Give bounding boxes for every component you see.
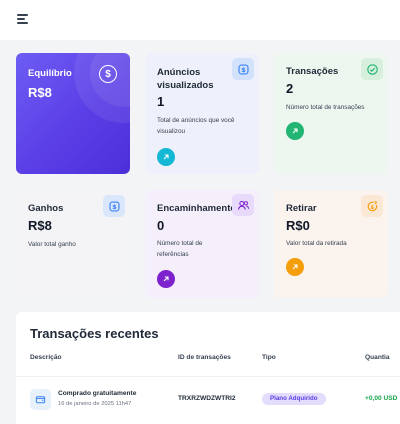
- ads-arrow-button[interactable]: [157, 148, 175, 166]
- row-date: 16 de janeiro de 2025 11h47: [58, 401, 132, 407]
- column-header-type: Tipo: [262, 354, 276, 361]
- row-type-badge: Plano Adquirido: [262, 393, 326, 405]
- svg-text:$: $: [370, 204, 374, 210]
- balance-value: R$8: [28, 85, 52, 100]
- arrow-up-right-icon: [292, 264, 298, 270]
- transactions-description: Número total de transações: [286, 104, 365, 111]
- svg-text:$: $: [241, 66, 246, 74]
- withdraw-title: Retirar: [286, 203, 317, 214]
- ads-desc-line1: Total de anúncios que você: [157, 117, 235, 124]
- referrals-desc-line1: Número total de: [157, 240, 203, 247]
- transactions-card: Transações 2 Número total de transações: [274, 53, 388, 174]
- hamburger-menu-icon[interactable]: [17, 13, 31, 25]
- transactions-arrow-button[interactable]: [286, 122, 304, 140]
- ads-title: Anúncios visualizados: [157, 66, 214, 92]
- earnings-description: Valor total ganho: [28, 241, 76, 248]
- earnings-value: R$8: [28, 218, 52, 233]
- coin-refresh-icon: $: [361, 195, 383, 217]
- transactions-value: 2: [286, 81, 294, 96]
- dollar-badge-icon: $: [103, 195, 125, 217]
- earnings-title: Ganhos: [28, 203, 64, 214]
- ads-viewed-card: Anúncios visualizados 1 Total de anúncio…: [145, 53, 259, 174]
- ads-title-line1: Anúncios: [157, 67, 201, 78]
- referrals-description: Número total de referências: [157, 238, 202, 260]
- arrow-up-right-icon: [292, 128, 298, 134]
- transactions-title: Transações: [286, 66, 339, 77]
- row-description: Comprado gratuitamente: [58, 390, 137, 397]
- referrals-value: 0: [157, 218, 165, 233]
- check-circle-icon: [361, 58, 383, 80]
- wallet-icon: [30, 389, 51, 410]
- referrals-desc-line2: referências: [157, 251, 189, 258]
- ads-value: 1: [157, 94, 165, 109]
- ads-title-line2: visualizados: [157, 80, 214, 91]
- table-divider: [16, 376, 400, 377]
- referrals-arrow-button[interactable]: [157, 270, 175, 288]
- svg-text:$: $: [112, 203, 117, 211]
- dollar-coin-icon: $: [99, 65, 117, 83]
- withdraw-value: R$0: [286, 218, 310, 233]
- referrals-title: Encaminhamento: [157, 203, 237, 214]
- withdraw-card: Retirar R$0 Valor total da retirada $: [274, 190, 388, 298]
- column-header-transaction-id: ID de transações: [178, 354, 231, 361]
- withdraw-description: Valor total da retirada: [286, 240, 347, 247]
- top-bar: [0, 0, 400, 40]
- dollar-badge-icon: $: [232, 58, 254, 80]
- arrow-up-right-icon: [163, 276, 169, 282]
- withdraw-arrow-button[interactable]: [286, 258, 304, 276]
- ads-description: Total de anúncios que você visualizou: [157, 115, 234, 137]
- arrow-up-right-icon: [163, 154, 169, 160]
- column-header-amount: Quantia: [365, 354, 390, 361]
- row-amount: +0,00 USD: [365, 395, 398, 402]
- recent-transactions-title: Transações recentes: [30, 326, 159, 341]
- column-header-description: Descrição: [30, 354, 62, 361]
- referrals-card: Encaminhamento 0 Número total de referên…: [145, 190, 259, 298]
- recent-transactions-panel: Transações recentes Descrição ID de tran…: [16, 312, 400, 424]
- earnings-card: Ganhos R$8 Valor total ganho $: [16, 190, 130, 298]
- users-icon: [232, 194, 254, 216]
- balance-title: Equilíbrio: [28, 68, 72, 79]
- row-transaction-id: TRXRZWDZWTRI2: [178, 395, 236, 402]
- ads-desc-line2: visualizou: [157, 128, 186, 135]
